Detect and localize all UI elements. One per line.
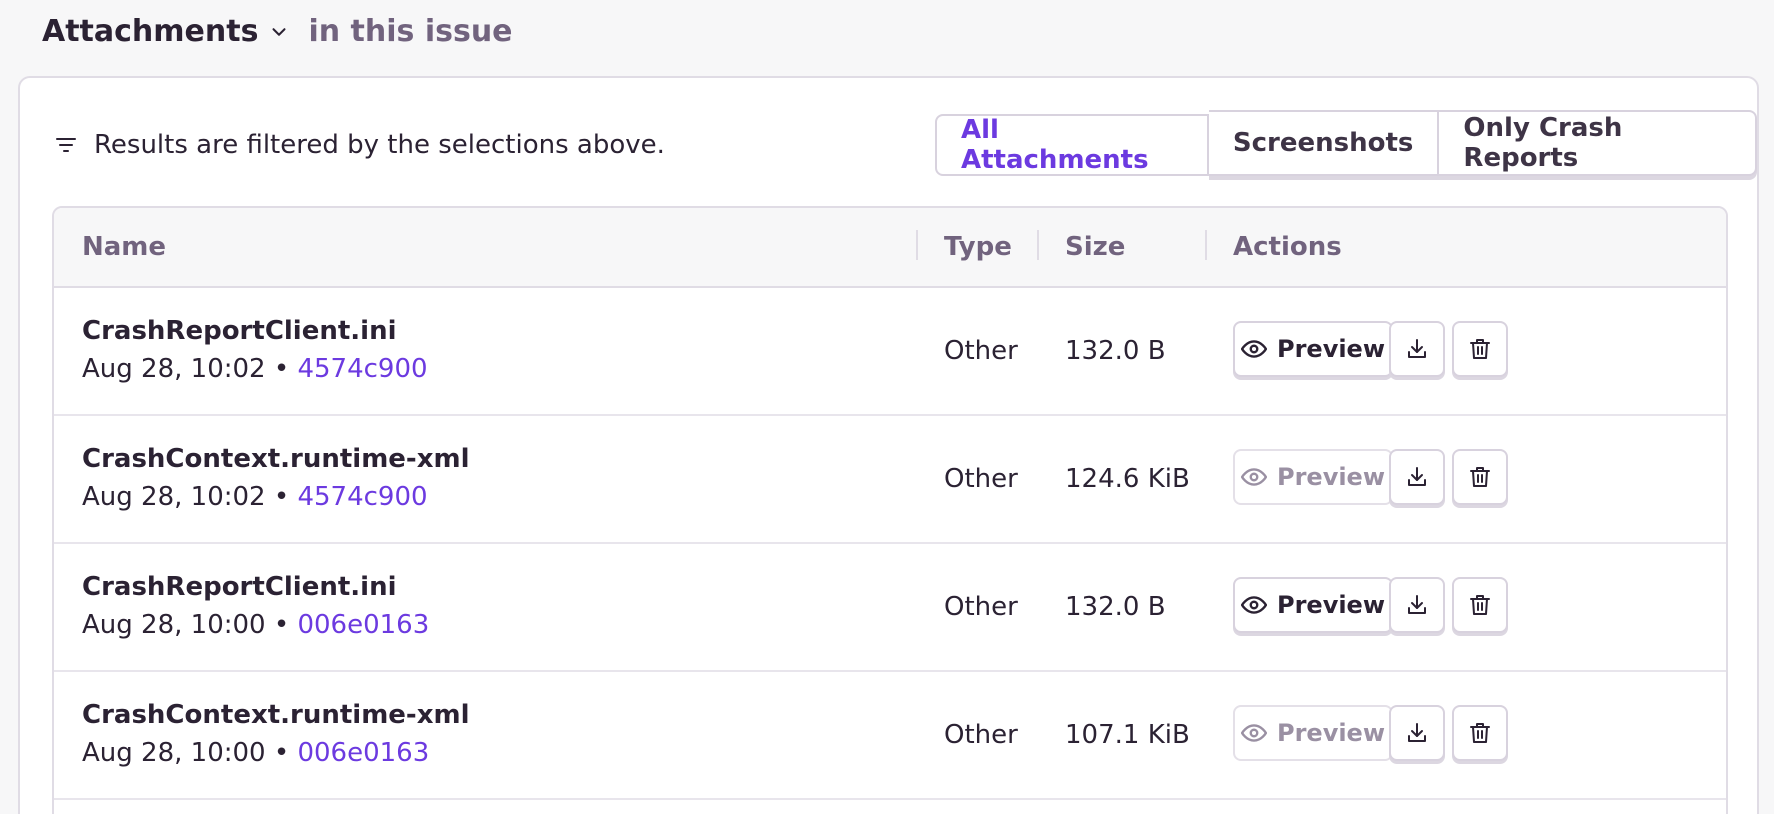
filter-note-text: Results are filtered by the selections a… [94,130,665,160]
attachment-type: Other [944,464,1018,494]
delete-button[interactable] [1452,577,1508,633]
column-divider [1205,230,1207,260]
attachment-name: CrashReportClient.ini [82,316,397,346]
event-id-link[interactable]: 4574c900 [297,354,427,384]
download-icon [1408,339,1426,358]
tab-all-attachments[interactable]: All Attachments [935,114,1209,176]
download-icon [1408,595,1426,614]
download-button[interactable] [1389,321,1445,377]
table-row: CrashContext.runtime-xml Aug 28, 10:02 •… [54,416,1726,544]
preview-button[interactable]: Preview [1233,321,1393,377]
attachment-size: 132.0 B [1065,592,1166,622]
attachment-name: CrashReportClient.ini [82,572,397,602]
download-icon [1408,467,1426,486]
attachment-size: 107.1 KiB [1065,720,1190,750]
delete-button[interactable] [1452,321,1508,377]
trash-icon [1470,339,1490,359]
trash-icon [1470,723,1490,743]
trash-icon [1470,595,1490,615]
section-title: Attachments [42,14,259,49]
tab-only-crash-reports[interactable]: Only Crash Reports [1439,110,1757,176]
attachment-meta: Aug 28, 10:02 • 4574c900 [82,482,428,512]
attachment-type: Other [944,720,1018,750]
preview-label: Preview [1276,335,1386,363]
download-icon [1408,723,1426,742]
preview-button-disabled[interactable]: Preview [1233,449,1393,505]
column-divider [1037,230,1039,260]
attachments-table: Name Type Size Actions CrashReportClient… [52,206,1728,814]
attachment-name: CrashContext.runtime-xml [82,444,470,474]
event-id-link[interactable]: 006e0163 [297,610,429,640]
attachment-size: 132.0 B [1065,336,1166,366]
attachment-date: Aug 28, 10:02 • [82,354,298,384]
attachment-date: Aug 28, 10:00 • [82,610,298,640]
attachment-meta: Aug 28, 10:00 • 006e0163 [82,610,429,640]
download-button[interactable] [1389,705,1445,761]
attachment-date: Aug 28, 10:02 • [82,482,298,512]
attachment-meta: Aug 28, 10:02 • 4574c900 [82,354,428,384]
preview-label: Preview [1276,719,1386,747]
attachments-panel: Results are filtered by the selections a… [18,76,1759,814]
column-header-type: Type [944,232,1012,262]
attachment-size: 124.6 KiB [1065,464,1190,494]
column-header-name: Name [82,232,167,262]
delete-button[interactable] [1452,449,1508,505]
eye-icon [1240,340,1267,358]
column-divider [916,230,918,260]
event-id-link[interactable]: 006e0163 [297,738,429,768]
download-button[interactable] [1389,449,1445,505]
filter-note: Results are filtered by the selections a… [54,130,665,160]
attachment-name: CrashContext.runtime-xml [82,700,470,730]
download-button[interactable] [1389,577,1445,633]
column-header-size: Size [1065,232,1126,262]
eye-icon [1240,468,1267,486]
attachment-type: Other [944,336,1018,366]
attachment-type: Other [944,592,1018,622]
column-header-actions: Actions [1233,232,1342,262]
preview-label: Preview [1276,463,1386,491]
trash-icon [1470,467,1490,487]
preview-button[interactable]: Preview [1233,577,1393,633]
event-id-link[interactable]: 4574c900 [297,482,427,512]
preview-label: Preview [1276,591,1386,619]
section-header: Attachments in this issue [42,14,513,49]
attachments-dropdown[interactable]: Attachments [42,14,290,49]
section-subtitle: in this issue [308,14,513,49]
attachment-type-filter: All Attachments Screenshots Only Crash R… [935,110,1757,176]
eye-icon [1240,596,1267,614]
chevron-down-icon [272,27,286,36]
table-header: Name Type Size Actions [54,208,1726,288]
tab-screenshots[interactable]: Screenshots [1208,110,1440,176]
table-row: CrashContext.runtime-xml Aug 28, 10:00 •… [54,672,1726,800]
delete-button[interactable] [1452,705,1508,761]
attachment-date: Aug 28, 10:00 • [82,738,298,768]
preview-button-disabled[interactable]: Preview [1233,705,1393,761]
filter-icon [56,138,76,152]
table-row: CrashReportClient.ini Aug 28, 10:02 • 45… [54,288,1726,416]
eye-icon [1240,724,1267,742]
attachment-meta: Aug 28, 10:00 • 006e0163 [82,738,429,768]
table-row: CrashReportClient.ini Aug 28, 10:00 • 00… [54,544,1726,672]
